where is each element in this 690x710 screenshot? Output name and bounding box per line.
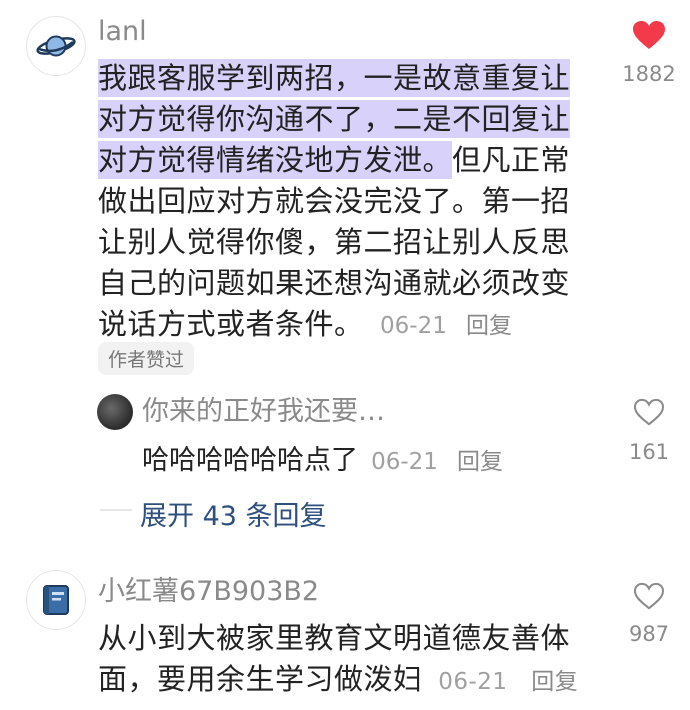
avatar[interactable] <box>26 570 86 630</box>
expand-replies-button[interactable]: 展开 43 条回复 <box>140 494 327 533</box>
sub-reply-button[interactable]: 回复 <box>457 449 503 475</box>
sub-reply-text: 哈哈哈哈哈哈点了 <box>142 445 358 476</box>
comment-date: 06-21 <box>380 313 447 339</box>
reply-button[interactable]: 回复 <box>531 669 578 695</box>
book-icon <box>43 585 69 615</box>
comment-text: 我跟客服学到两招，一是故意重复让对方觉得你沟通不了，二是不回复让对方觉得情绪没地… <box>98 58 593 345</box>
heart-outline-icon <box>633 582 665 610</box>
username[interactable]: lanl <box>98 18 147 45</box>
heart-filled-icon <box>633 21 665 49</box>
sub-reply-content: 哈哈哈哈哈哈点了 06-21 回复 <box>142 438 503 477</box>
comment-text: 从小到大被家里教育文明道德友善体面，要用余生学习做泼妇 06-21 回复 <box>98 618 593 703</box>
comment-date: 06-21 <box>438 669 508 695</box>
planet-icon <box>36 35 76 57</box>
sub-reply-avatar[interactable] <box>97 394 133 430</box>
avatar[interactable] <box>26 16 86 76</box>
like-button[interactable] <box>614 20 684 50</box>
sub-reply-date: 06-21 <box>371 449 438 475</box>
reply-button[interactable]: 回复 <box>466 313 512 339</box>
expand-divider <box>100 509 132 511</box>
author-liked-badge: 作者赞过 <box>98 342 195 375</box>
like-count: 1882 <box>622 62 676 86</box>
username[interactable]: 小红薯67B903B2 <box>98 578 319 605</box>
like-button[interactable] <box>614 582 684 610</box>
comment-meta: 06-21 回复 <box>380 306 512 340</box>
sub-reply-username[interactable]: 你来的正好我还要… <box>142 398 385 425</box>
sub-like-button[interactable] <box>614 398 684 426</box>
sub-like-count: 161 <box>628 440 670 464</box>
heart-outline-icon <box>633 398 665 426</box>
like-count: 987 <box>628 622 670 646</box>
